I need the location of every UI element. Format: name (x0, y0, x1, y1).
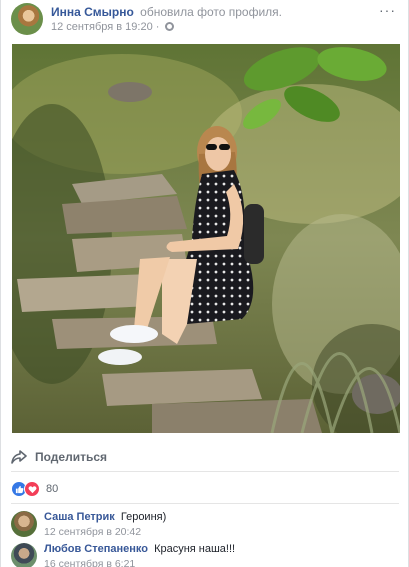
share-icon (11, 450, 27, 464)
author-avatar[interactable] (11, 3, 43, 35)
post-header: Инна Смырно обновила фото профиля. 12 се… (1, 0, 408, 40)
comment-author-link[interactable]: Любов Степаненко (44, 543, 148, 555)
comment-item: Любов Степаненко Красуня наша!!! 16 сент… (11, 543, 406, 567)
profile-photo[interactable] (12, 44, 400, 433)
commenter-avatar[interactable] (11, 511, 37, 537)
comment-body: Саша Петрик Героиня) (44, 511, 166, 523)
photo-illustration (12, 44, 400, 433)
love-icon (24, 481, 40, 497)
reactions-count: 80 (46, 483, 59, 495)
share-label: Поделиться (35, 450, 108, 464)
comment-text: Красуня наша!!! (154, 543, 236, 555)
comment-body: Любов Степаненко Красуня наша!!! (44, 543, 235, 555)
post-card: Инна Смырно обновила фото профиля. 12 се… (0, 0, 409, 567)
share-button[interactable]: Поделиться (11, 450, 107, 464)
comment-author-link[interactable]: Саша Петрик (44, 511, 115, 523)
comments-divider (11, 503, 399, 504)
post-meta: 12 сентября в 19:20 · (51, 21, 174, 33)
meta-separator: · (155, 21, 160, 33)
post-action-text: обновила фото профиля. (140, 5, 283, 19)
comment-timestamp[interactable]: 12 сентября в 20:42 (44, 526, 141, 538)
comment-item: Саша Петрик Героиня) 12 сентября в 20:42 (11, 511, 406, 543)
commenter-avatar[interactable] (11, 543, 37, 567)
comment-text: Героиня) (120, 511, 167, 523)
more-options-button[interactable]: ··· (379, 2, 396, 18)
post-title-line: Инна Смырно обновила фото профиля. (51, 5, 282, 19)
comment-timestamp[interactable]: 16 сентября в 6:21 (44, 558, 135, 567)
actions-divider (11, 471, 399, 472)
globe-icon[interactable] (164, 22, 174, 31)
reactions-summary[interactable]: 80 (11, 481, 58, 497)
author-name-link[interactable]: Инна Смырно (51, 5, 134, 19)
post-timestamp-link[interactable]: 12 сентября в 19:20 (51, 21, 153, 33)
